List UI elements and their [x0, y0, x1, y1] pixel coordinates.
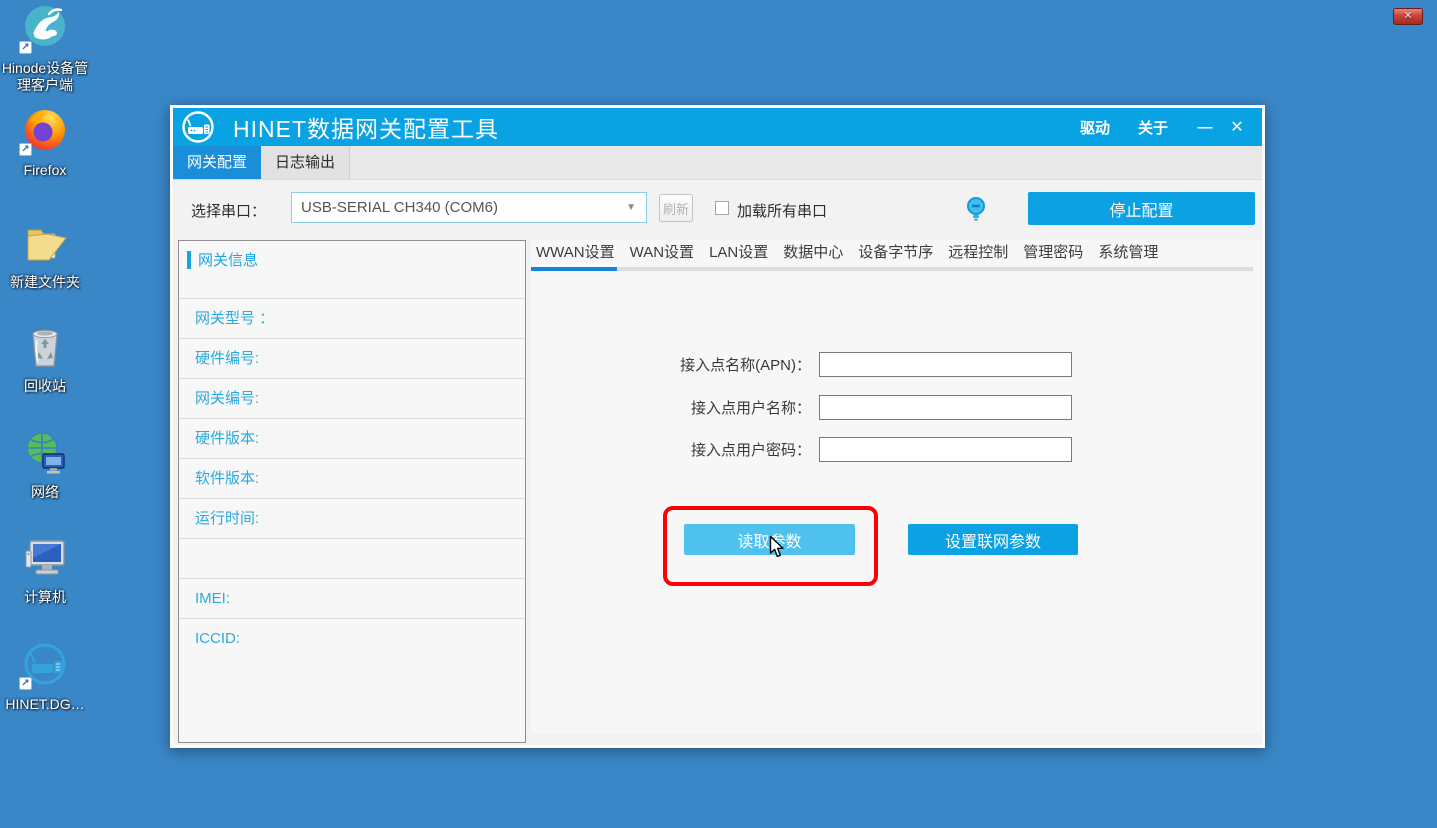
apn-username-input[interactable]	[819, 395, 1072, 420]
desktop-icon-label: Hinode设备管理客户端	[1, 60, 89, 94]
load-all-ports-label: 加载所有串口	[737, 200, 827, 221]
desktop-icon-new-folder[interactable]: 新建文件夹	[1, 218, 89, 291]
desktop-icon-firefox[interactable]: ↗ Firefox	[1, 106, 89, 179]
desktop-icon-hinet-app[interactable]: ↗ HINET.DG…	[1, 640, 89, 713]
screen-close-button[interactable]: ✕	[1393, 8, 1423, 25]
shortcut-arrow-icon: ↗	[19, 41, 32, 54]
chevron-down-icon: ▼	[626, 202, 636, 213]
blue-accent-bar	[187, 251, 191, 269]
desktop-icon-label: 网络	[1, 484, 89, 501]
info-row-iccid: ICCID:	[179, 618, 525, 658]
info-row-imei: IMEI:	[179, 578, 525, 618]
shortcut-arrow-icon: ↗	[19, 143, 32, 156]
shortcut-arrow-icon: ↗	[19, 677, 32, 690]
desktop-icon-hinode-client[interactable]: ↗ Hinode设备管理客户端	[1, 4, 89, 94]
info-row-hardware-version: 硬件版本:	[179, 418, 525, 458]
app-logo-icon	[181, 110, 215, 144]
hinode-client-icon: ↗	[21, 4, 69, 52]
close-button[interactable]: ✕	[1220, 117, 1254, 137]
desktop-icon-label: Firefox	[1, 162, 89, 179]
serial-port-label: 选择串口：	[191, 200, 266, 221]
desktop-icon-recycle-bin[interactable]: 回收站	[1, 322, 89, 395]
desktop-icon-label: 回收站	[1, 378, 89, 395]
tab-log-output[interactable]: 日志输出	[261, 146, 350, 179]
app-window: HINET数据网关配置工具 驱动 关于 — ✕ 网关配置 日志输出 选择串口： …	[170, 105, 1265, 748]
stop-config-button[interactable]: 停止配置	[1028, 192, 1255, 225]
computer-icon	[21, 533, 69, 581]
desktop-icon-label: 新建文件夹	[1, 274, 89, 291]
desktop-icon-label: 计算机	[1, 589, 89, 606]
hinet-app-icon: ↗	[21, 640, 69, 688]
firefox-icon: ↗	[21, 106, 69, 154]
info-row-uptime: 运行时间:	[179, 498, 525, 538]
active-tab-underline	[531, 267, 617, 271]
refresh-button[interactable]: 刷新	[659, 194, 693, 222]
apn-label: 接入点名称(APN)：	[531, 354, 819, 375]
main-tab-bar: 网关配置 日志输出	[173, 146, 1262, 180]
info-row-empty	[179, 538, 525, 578]
folder-icon	[21, 218, 69, 266]
serial-port-value: USB-SERIAL CH340 (COM6)	[301, 199, 626, 216]
window-content: 选择串口： USB-SERIAL CH340 (COM6) ▼ 刷新 加载所有串…	[173, 180, 1262, 745]
desktop-icon-network[interactable]: 网络	[1, 428, 89, 501]
tab-underline-track	[531, 267, 1253, 271]
apn-username-label: 接入点用户名称：	[531, 397, 819, 418]
apn-password-input[interactable]	[819, 437, 1072, 462]
menu-driver[interactable]: 驱动	[1080, 117, 1110, 138]
network-icon	[21, 428, 69, 476]
titlebar: HINET数据网关配置工具 驱动 关于 — ✕	[173, 108, 1262, 146]
read-params-button[interactable]: 读取参数	[684, 524, 855, 555]
recycle-bin-icon	[21, 322, 69, 370]
minimize-button[interactable]: —	[1190, 119, 1220, 136]
apn-username-row: 接入点用户名称：	[531, 395, 1072, 420]
info-row-gateway-model: 网关型号 ：	[179, 298, 525, 338]
desktop-icon-computer[interactable]: 计算机	[1, 533, 89, 606]
load-all-ports-checkbox[interactable]	[715, 201, 729, 215]
gateway-info-panel: 网关信息 网关型号 ： 硬件编号: 网关编号: 硬件版本: 软件版本: 运行时间…	[178, 240, 526, 743]
apn-password-label: 接入点用户密码：	[531, 439, 819, 460]
set-network-params-button[interactable]: 设置联网参数	[908, 524, 1078, 555]
settings-tab-bar: WWAN设置 WAN设置 LAN设置 数据中心 设备字节序 远程控制 管理密码 …	[531, 240, 1261, 271]
hint-bulb-icon	[965, 196, 987, 222]
info-row-software-version: 软件版本:	[179, 458, 525, 498]
window-title: HINET数据网关配置工具	[233, 110, 499, 144]
info-row-gateway-number: 网关编号:	[179, 378, 525, 418]
desktop: ✕ ↗ Hinode设备管理客户端	[0, 0, 1437, 828]
gateway-info-header: 网关信息	[179, 241, 525, 298]
serial-port-row: 选择串口： USB-SERIAL CH340 (COM6) ▼ 刷新 加载所有串…	[173, 180, 1262, 236]
settings-panel: WWAN设置 WAN设置 LAN设置 数据中心 设备字节序 远程控制 管理密码 …	[531, 240, 1261, 733]
serial-port-select[interactable]: USB-SERIAL CH340 (COM6) ▼	[291, 192, 647, 223]
menu-about[interactable]: 关于	[1138, 117, 1168, 138]
info-row-hardware-number: 硬件编号:	[179, 338, 525, 378]
tab-gateway-config[interactable]: 网关配置	[173, 146, 261, 179]
apn-row: 接入点名称(APN)：	[531, 352, 1072, 377]
desktop-icon-label: HINET.DG…	[1, 696, 89, 713]
apn-input[interactable]	[819, 352, 1072, 377]
apn-password-row: 接入点用户密码：	[531, 437, 1072, 462]
